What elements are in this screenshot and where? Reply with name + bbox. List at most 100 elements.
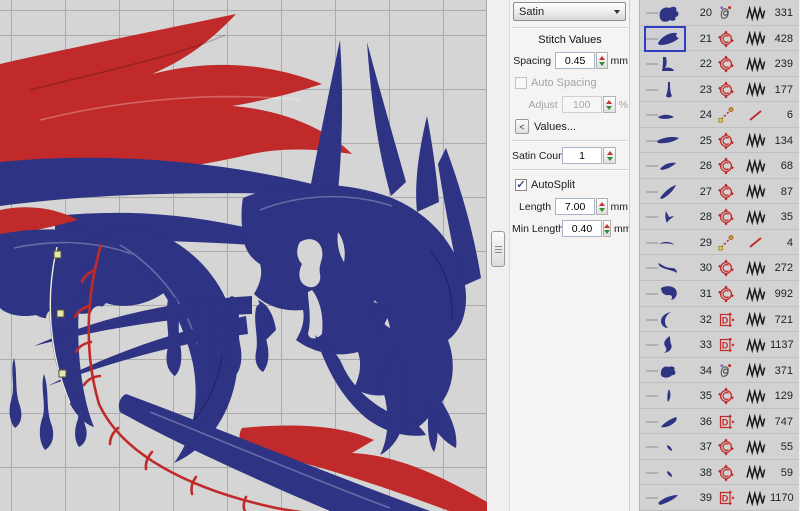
satin-count-label: Satin Count [512, 150, 562, 162]
object-row[interactable]: 39 D 1170 [640, 485, 799, 511]
object-row[interactable]: 25 134 [640, 128, 799, 154]
length-input[interactable] [555, 198, 595, 215]
zigzag-stitch-icon [740, 363, 770, 378]
object-thumbnail[interactable] [644, 128, 690, 154]
object-row[interactable]: 38 59 [640, 460, 799, 486]
object-number: 28 [690, 211, 712, 223]
zigzag-stitch-icon [740, 31, 770, 46]
stitch-count: 134 [770, 135, 793, 147]
object-row[interactable]: 32 D 721 [640, 307, 799, 333]
object-row[interactable]: 36 D 747 [640, 409, 799, 435]
autosplit-checkbox[interactable] [515, 179, 527, 191]
min-length-row: Min Length mm [512, 220, 628, 237]
object-thumbnail[interactable] [644, 307, 690, 333]
panel-splitter[interactable] [487, 0, 509, 511]
object-thumbnail[interactable] [644, 434, 690, 460]
zigzag-stitch-icon [740, 440, 770, 455]
autosplit-label: AutoSplit [531, 179, 575, 191]
object-number: 27 [690, 186, 712, 198]
object-thumbnail[interactable] [644, 102, 690, 128]
object-row[interactable]: 20 331 [640, 0, 799, 26]
object-row[interactable]: 30 272 [640, 255, 799, 281]
object-thumbnail[interactable] [644, 332, 690, 358]
selection-handle[interactable] [57, 310, 64, 317]
dragon-mane [0, 14, 352, 174]
spacing-input[interactable] [555, 52, 595, 69]
object-row[interactable]: 23 177 [640, 77, 799, 103]
object-thumbnail[interactable] [644, 485, 690, 511]
autosplit-row: AutoSplit [512, 176, 628, 193]
object-number: 37 [690, 441, 712, 453]
values-collapse-button[interactable]: < [515, 119, 529, 134]
stitch-type-dropdown[interactable]: Satin [513, 2, 626, 21]
object-row[interactable]: 34 371 [640, 358, 799, 384]
object-thumbnail[interactable] [644, 383, 690, 409]
object-row[interactable]: 21 428 [640, 26, 799, 52]
object-thumbnail[interactable] [644, 0, 690, 26]
border-type-icon: D [712, 489, 740, 507]
object-row[interactable]: 27 87 [640, 179, 799, 205]
column-type-icon [712, 157, 740, 175]
object-thumbnail[interactable] [644, 26, 690, 52]
section-title: Stitch Values [512, 34, 628, 46]
object-row[interactable]: 35 129 [640, 383, 799, 409]
object-row[interactable]: 24 6 [640, 102, 799, 128]
zigzag-stitch-icon [740, 159, 770, 174]
separator [512, 140, 628, 142]
column-type-icon [712, 30, 740, 48]
object-number: 25 [690, 135, 712, 147]
stitch-count: 6 [770, 109, 793, 121]
stitch-properties-panel: Satin Stitch Values Spacing mm Auto Spac… [509, 0, 629, 511]
stitch-count: 55 [770, 441, 793, 453]
zigzag-stitch-icon [740, 184, 770, 199]
spacing-unit: mm [611, 55, 629, 67]
stitch-count: 59 [770, 467, 793, 479]
values-label[interactable]: Values... [534, 121, 576, 133]
object-thumbnail[interactable] [644, 460, 690, 486]
object-thumbnail[interactable] [644, 153, 690, 179]
spacing-row: Spacing mm [512, 52, 628, 69]
object-thumbnail[interactable] [644, 409, 690, 435]
selection-handle[interactable] [54, 251, 61, 258]
min-length-stepper[interactable] [603, 220, 611, 237]
object-thumbnail[interactable] [644, 77, 690, 103]
min-length-input[interactable] [562, 220, 602, 237]
object-number: 32 [690, 314, 712, 326]
stitch-count: 428 [770, 33, 793, 45]
object-row[interactable]: 22 239 [640, 51, 799, 77]
object-row[interactable]: 26 68 [640, 153, 799, 179]
length-label: Length [512, 201, 555, 213]
object-thumbnail[interactable] [644, 358, 690, 384]
complex-type-icon [712, 362, 740, 380]
list-panel-divider[interactable] [629, 0, 640, 511]
object-row[interactable]: 37 55 [640, 434, 799, 460]
object-number: 39 [690, 492, 712, 504]
object-thumbnail[interactable] [644, 230, 690, 256]
length-stepper[interactable] [596, 198, 607, 215]
object-row[interactable]: 28 35 [640, 204, 799, 230]
complex-type-icon [712, 4, 740, 22]
spacing-stepper[interactable] [596, 52, 607, 69]
column-type-icon [712, 81, 740, 99]
object-row[interactable]: 29 4 [640, 230, 799, 256]
design-canvas[interactable] [0, 0, 487, 511]
selection-handle[interactable] [59, 370, 66, 377]
object-thumbnail[interactable] [644, 281, 690, 307]
stitch-count: 721 [770, 314, 793, 326]
object-row[interactable]: 33 D 1137 [640, 332, 799, 358]
auto-spacing-checkbox[interactable] [515, 77, 527, 89]
splitter-grip[interactable] [491, 231, 505, 267]
object-number: 22 [690, 58, 712, 70]
column-type-icon [712, 132, 740, 150]
satin-count-stepper[interactable] [603, 147, 616, 164]
satin-count-row: Satin Count [512, 147, 628, 164]
satin-count-input[interactable] [562, 147, 602, 164]
stitch-count: 87 [770, 186, 793, 198]
object-thumbnail[interactable] [644, 204, 690, 230]
object-thumbnail[interactable] [644, 51, 690, 77]
object-number: 35 [690, 390, 712, 402]
object-row[interactable]: 31 992 [640, 281, 799, 307]
object-thumbnail[interactable] [644, 179, 690, 205]
stitch-count: 1170 [770, 492, 793, 504]
object-thumbnail[interactable] [644, 255, 690, 281]
